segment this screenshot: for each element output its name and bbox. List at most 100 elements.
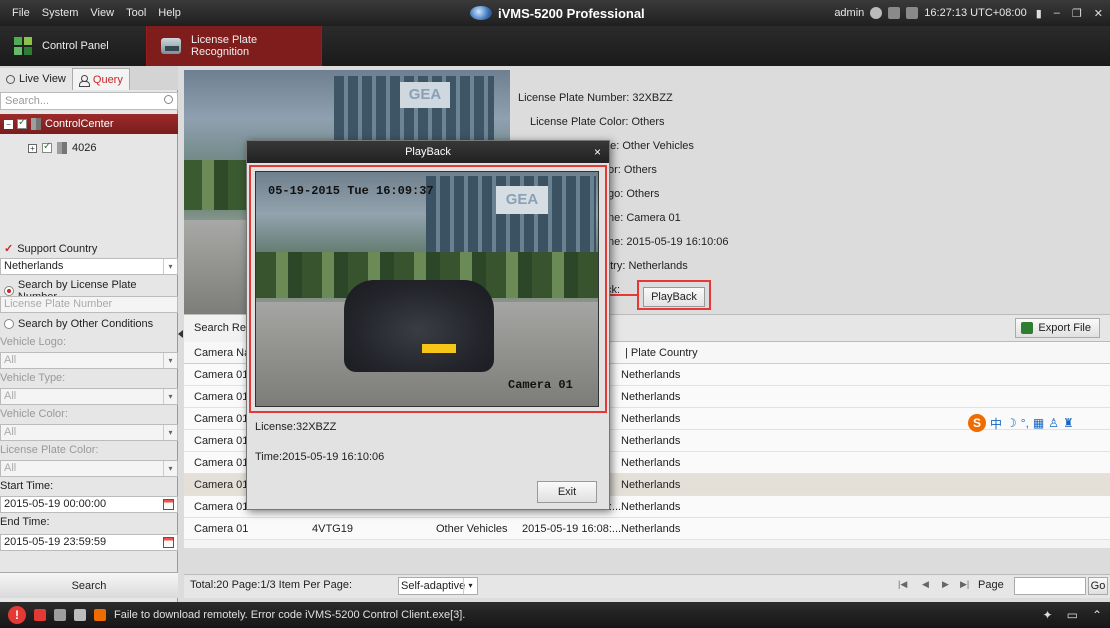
download-icon[interactable] [94, 609, 106, 621]
restore-button[interactable]: ❐ [1069, 7, 1085, 20]
chevron-down-icon[interactable]: ▾ [163, 461, 177, 476]
chevron-down-icon[interactable]: ▾ [163, 389, 177, 404]
ime-punct-icon[interactable]: °, [1021, 416, 1029, 430]
start-time-input[interactable]: 2015-05-19 00:00:00 [0, 496, 178, 513]
tab-control-panel-label: Control Panel [42, 40, 109, 52]
menu-view[interactable]: View [84, 7, 120, 19]
close-icon[interactable]: × [594, 141, 601, 163]
end-time-value: 2015-05-19 23:59:59 [4, 536, 107, 548]
chevron-down-icon[interactable]: ▾ [463, 578, 477, 594]
snapshot-sign: GEA [400, 82, 450, 108]
first-page-icon[interactable]: |◀ [898, 579, 907, 590]
vehicle-color-select[interactable]: All ▾ [0, 424, 178, 441]
items-per-page-select[interactable]: Self-adaptive ▾ [398, 577, 478, 595]
search-by-other-radio[interactable]: Search by Other Conditions [4, 318, 153, 330]
menu-help[interactable]: Help [152, 7, 187, 19]
plate-number-detail: License Plate Number: 32XBZZ [518, 92, 673, 104]
tree-root-checkbox[interactable] [17, 117, 27, 129]
ime-toolbar[interactable]: S 中 ☽ °, ▦ ♙ ♜ [968, 414, 1074, 432]
menu-tool[interactable]: Tool [120, 7, 152, 19]
vehicle-type-select[interactable]: All ▾ [0, 388, 178, 405]
tab-query-label: Query [92, 73, 123, 86]
panel-collapse-icon[interactable] [178, 330, 183, 338]
building-icon [31, 118, 41, 130]
exit-button[interactable]: Exit [537, 481, 597, 503]
window-icon[interactable]: ▭ [1067, 608, 1078, 622]
close-button[interactable]: ✕ [1091, 7, 1106, 20]
tab-live-view[interactable]: Live View [0, 68, 72, 90]
record-icon[interactable] [34, 609, 46, 621]
calendar-icon[interactable] [163, 499, 174, 510]
left-panel: Live View Query Search... − ControlCente… [0, 66, 178, 602]
playback-button[interactable]: PlayBack [643, 287, 705, 307]
vehicle-logo-value: All [4, 354, 17, 366]
vehicle-color-label: Vehicle Color: [0, 408, 68, 420]
help-icon[interactable] [870, 7, 883, 19]
vehicle-color-detail: or: Others [608, 164, 657, 176]
cell-country: Netherlands [621, 369, 681, 381]
cell-type: Other Vehicles [436, 523, 508, 535]
pagination-bar: Total:20 Page:1/3 Item Per Page: Self-ad… [184, 574, 1110, 598]
last-page-icon[interactable]: ▶| [960, 579, 969, 590]
plate-color-select[interactable]: All ▾ [0, 460, 178, 477]
chevron-down-icon[interactable]: ▾ [163, 353, 177, 368]
tree-root-controlcenter[interactable]: − ControlCenter [0, 114, 178, 134]
support-country-option[interactable]: ✓ Support Country [4, 242, 97, 256]
menu-system[interactable]: System [36, 7, 85, 19]
search-icon[interactable] [164, 95, 173, 104]
ime-user-icon[interactable]: ♙ [1048, 416, 1059, 430]
ime-shirt-icon[interactable]: ♜ [1063, 416, 1074, 430]
minimize-button[interactable]: – [1051, 7, 1063, 19]
ime-moon-icon[interactable]: ☽ [1006, 416, 1017, 430]
expand-up-icon[interactable]: ⌃ [1092, 608, 1102, 622]
vehicle-logo-select[interactable]: All ▾ [0, 352, 178, 369]
alarm-icon[interactable]: ! [8, 606, 26, 624]
tab-control-panel[interactable]: Control Panel [0, 26, 146, 66]
table-row[interactable]: Camera 01 4VTG19 Other Vehicles 2015-05-… [184, 518, 1110, 540]
header-plate-country[interactable]: | Plate Country [625, 342, 725, 364]
export-file-button[interactable]: Export File [1015, 318, 1100, 338]
tree-search-placeholder: Search... [5, 95, 50, 107]
expand-icon[interactable]: + [28, 143, 37, 153]
lock-icon[interactable]: ▮ [1033, 7, 1045, 20]
module-tabs: Control Panel License Plate Recognition [0, 26, 1110, 66]
ime-mode-icon[interactable]: 中 [990, 415, 1002, 432]
country-select[interactable]: Netherlands ▾ [0, 258, 178, 275]
page-input[interactable] [1014, 577, 1086, 595]
tab-query[interactable]: Query [71, 68, 130, 90]
export-icon [1021, 322, 1034, 334]
menu-file[interactable]: File [6, 7, 36, 19]
cell-country: Netherlands [621, 391, 681, 403]
plate-number-input[interactable]: License Plate Number [0, 296, 178, 313]
cell-country: Netherlands [621, 457, 681, 469]
vehicle-logo-label: Vehicle Logo: [0, 336, 67, 348]
check-icon: ✓ [4, 243, 14, 255]
status-bar: ! Faile to download remotely. Error code… [0, 602, 1110, 628]
user-name[interactable]: admin [834, 7, 864, 19]
next-page-icon[interactable]: ▶ [942, 579, 949, 590]
start-time-label: Start Time: [0, 480, 54, 492]
cpu-icon[interactable] [888, 7, 901, 19]
ime-keyboard-icon[interactable]: ▦ [1033, 416, 1044, 430]
chevron-down-icon[interactable]: ▾ [163, 259, 177, 274]
search-button[interactable]: Search [0, 572, 178, 598]
tree-item-checkbox[interactable] [42, 141, 52, 153]
tab-license-plate-recognition[interactable]: License Plate Recognition [146, 26, 322, 66]
chevron-down-icon[interactable]: ▾ [163, 425, 177, 440]
tree-item-4026[interactable]: + 4026 [28, 141, 96, 154]
lpr-icon [161, 38, 182, 54]
pin-icon[interactable]: ✦ [1043, 608, 1053, 622]
left-tabs: Live View Query [0, 66, 178, 90]
collapse-icon[interactable]: − [4, 119, 13, 129]
playback-video[interactable]: GEA 05-19-2015 Tue 16:09:37 Camera 01 [255, 171, 599, 407]
speaker-icon[interactable] [54, 609, 66, 621]
ime-logo-icon[interactable]: S [968, 414, 986, 432]
menu-bar: File System View Tool Help [0, 7, 187, 19]
tree-search-input[interactable]: Search... [0, 92, 178, 110]
end-time-input[interactable]: 2015-05-19 23:59:59 [0, 534, 178, 551]
go-button[interactable]: Go [1088, 577, 1108, 595]
vehicle-logo-detail: go: Others [608, 188, 660, 200]
prev-page-icon[interactable]: ◀ [922, 579, 929, 590]
monitor-icon[interactable] [74, 609, 86, 621]
calendar-icon[interactable] [163, 537, 174, 548]
